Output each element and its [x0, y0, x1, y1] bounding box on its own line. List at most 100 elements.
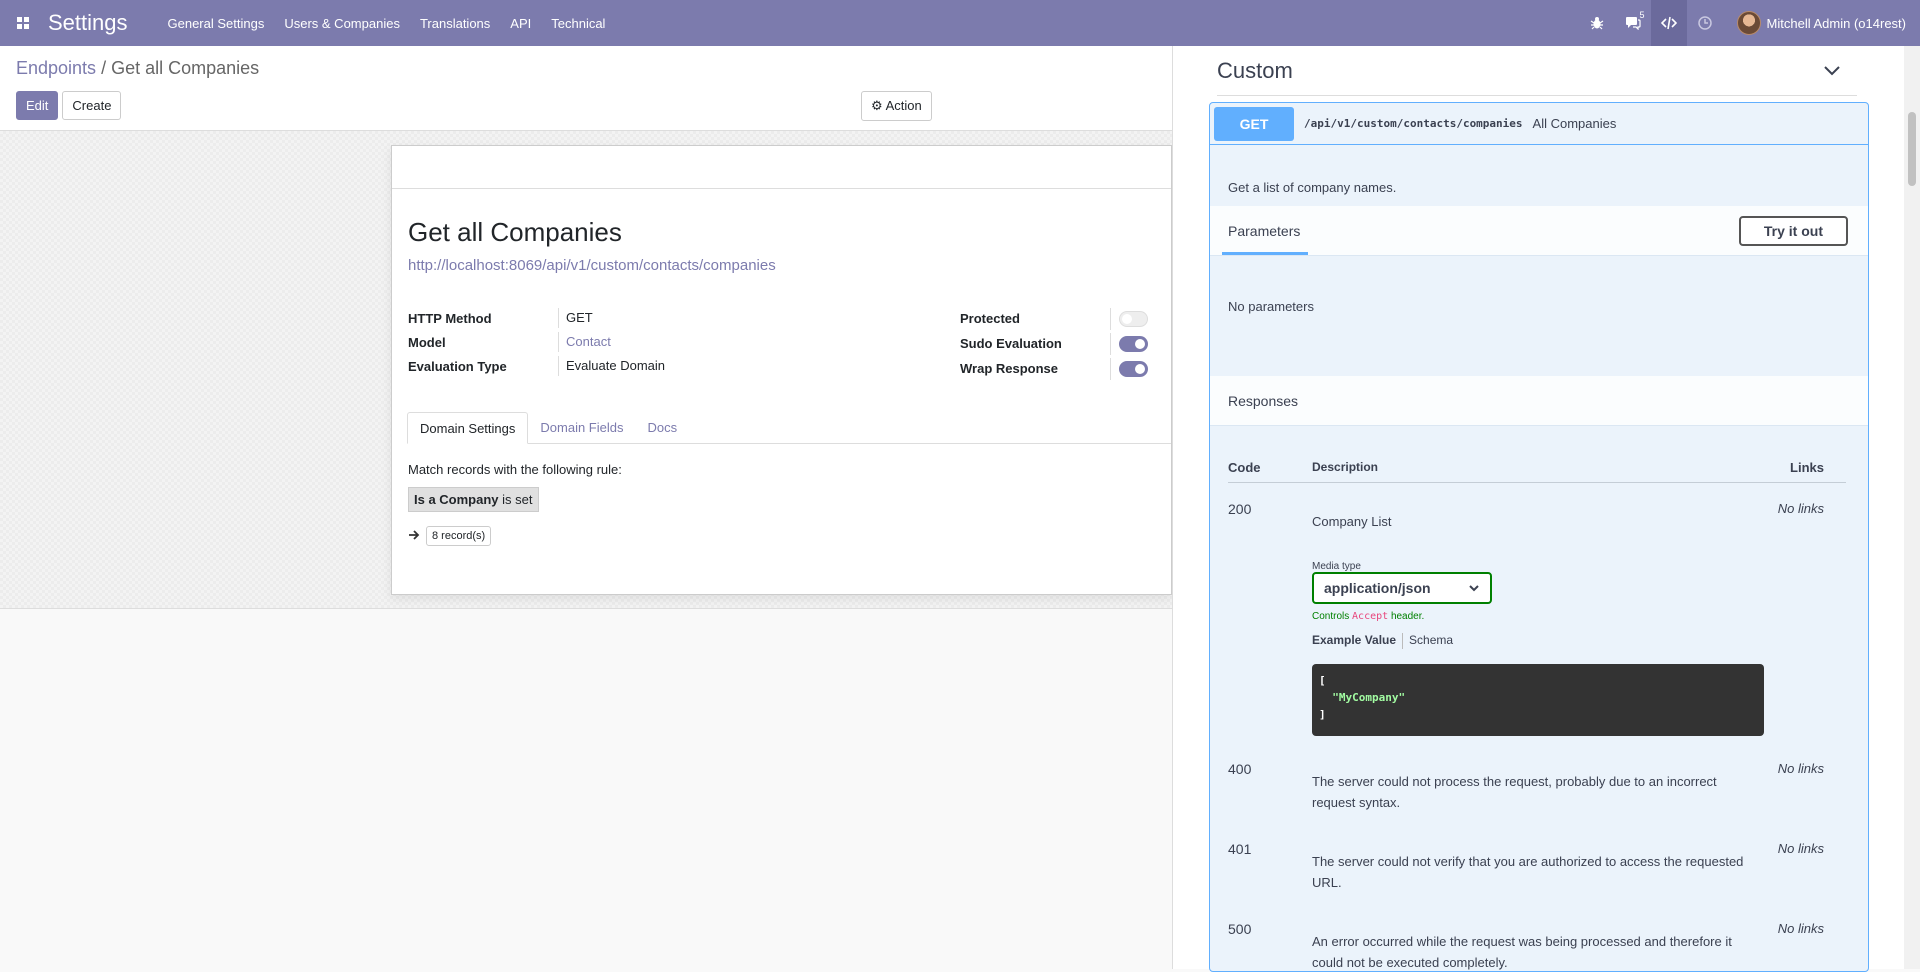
top-navbar: Settings General Settings Users & Compan…	[0, 0, 1920, 46]
controls-suffix: header.	[1390, 611, 1425, 622]
toggle-row-protected: Protected	[960, 306, 1160, 331]
example-string: "MyCompany"	[1332, 691, 1406, 704]
schema-tab[interactable]: Schema	[1409, 633, 1453, 649]
sheet-statusbar	[392, 146, 1171, 189]
evaluation-type-value: Evaluate Domain	[558, 356, 665, 376]
app-title[interactable]: Settings	[48, 10, 128, 36]
responses-table-header: Code Description Links	[1228, 457, 1846, 483]
gear-icon: ⚙	[871, 98, 883, 113]
response-description: The server could not process the request…	[1312, 774, 1717, 810]
header-code: Code	[1228, 460, 1261, 475]
operation-summary[interactable]: GET /api/v1/custom/contacts/companies Al…	[1210, 103, 1868, 145]
sudo-evaluation-toggle[interactable]	[1119, 335, 1148, 352]
operation-block: GET /api/v1/custom/contacts/companies Al…	[1209, 102, 1869, 972]
responses-header: Responses	[1210, 376, 1868, 426]
breadcrumb-endpoints-link[interactable]: Endpoints	[16, 58, 96, 78]
header-description: Description	[1312, 460, 1379, 474]
header-links: Links	[1790, 460, 1824, 475]
edit-button[interactable]: Edit	[16, 91, 59, 120]
tab-docs[interactable]: Docs	[635, 412, 689, 443]
action-button[interactable]: ⚙ Action	[861, 91, 932, 121]
chevron-down-icon[interactable]	[1823, 64, 1841, 82]
field-label: HTTP Method	[408, 310, 492, 326]
response-row-500: 500 An error occurred while the request …	[1228, 921, 1846, 971]
apps-menu-icon[interactable]	[0, 0, 46, 46]
record-count-button[interactable]: 8 record(s)	[426, 526, 492, 546]
response-code: 400	[1228, 761, 1252, 777]
domain-operator: is set	[502, 492, 533, 507]
operation-path: /api/v1/custom/contacts/companies	[1304, 117, 1523, 130]
responses-label: Responses	[1228, 393, 1299, 409]
controls-accept-text: Controls Accept header.	[1312, 611, 1424, 622]
toggle-row-wrap-response: Wrap Response	[960, 356, 1160, 381]
http-method-value: GET	[558, 308, 593, 328]
field-evaluation-type: Evaluation Type Evaluate Domain	[408, 354, 708, 378]
media-type-value: application/json	[1324, 580, 1431, 596]
form-tabs: Domain Settings Domain Fields Docs	[407, 412, 1171, 444]
swagger-tag-title: Custom	[1217, 58, 1293, 83]
response-row-401: 401 The server could not verify that you…	[1228, 841, 1846, 911]
example-close: ]	[1319, 708, 1326, 721]
swagger-tag-header[interactable]: Custom	[1217, 46, 1857, 96]
controls-prefix: Controls	[1312, 611, 1350, 622]
endpoint-toggles: Protected Sudo Evaluation Wrap Response	[960, 306, 1160, 381]
response-links: No links	[1777, 761, 1824, 776]
menu-translations[interactable]: Translations	[420, 16, 490, 31]
example-value-tab[interactable]: Example Value	[1312, 633, 1396, 649]
field-model: Model Contact	[408, 330, 708, 354]
avatar	[1736, 11, 1761, 35]
user-menu[interactable]: Mitchell Admin (o14rest)	[1736, 11, 1906, 35]
response-description: Company List	[1312, 514, 1392, 529]
menu-users-companies[interactable]: Users & Companies	[284, 16, 400, 31]
parameters-tab[interactable]: Parameters	[1228, 223, 1300, 239]
endpoint-title: Get all Companies	[408, 217, 622, 247]
menu-api[interactable]: API	[510, 16, 531, 31]
messages-icon[interactable]: 5	[1615, 0, 1651, 46]
response-row-200: 200 Company List No links Media type app…	[1228, 501, 1846, 751]
operation-description: Get a list of company names.	[1228, 180, 1397, 195]
toggle-label: Protected	[960, 311, 1020, 326]
tab-divider	[1402, 633, 1404, 649]
create-button[interactable]: Create	[62, 91, 122, 120]
protected-toggle[interactable]	[1119, 310, 1148, 327]
domain-rule-text: Match records with the following rule:	[408, 462, 622, 477]
response-row-400: 400 The server could not process the req…	[1228, 761, 1846, 831]
form-buttons: Edit Create	[16, 91, 122, 120]
tab-domain-fields[interactable]: Domain Fields	[528, 412, 635, 443]
clock-icon[interactable]	[1687, 0, 1723, 46]
endpoint-url[interactable]: http://localhost:8069/api/v1/custom/cont…	[408, 257, 776, 274]
response-links: No links	[1777, 501, 1824, 516]
example-tabs: Example Value Schema	[1312, 633, 1453, 649]
menu-general-settings[interactable]: General Settings	[168, 16, 265, 31]
form-sheet: Get all Companies http://localhost:8069/…	[391, 145, 1172, 595]
controls-accept: Accept	[1352, 611, 1389, 622]
wrap-response-toggle[interactable]	[1119, 360, 1148, 377]
parameters-tab-underline	[1222, 252, 1308, 255]
response-code: 401	[1228, 841, 1252, 857]
swagger-panel: Custom GET /api/v1/custom/contacts/compa…	[1172, 46, 1920, 972]
code-icon[interactable]	[1650, 0, 1687, 46]
method-badge: GET	[1214, 106, 1294, 141]
parameters-header: Parameters Try it out	[1210, 206, 1868, 256]
breadcrumb-separator: /	[101, 58, 107, 78]
action-label: Action	[885, 98, 922, 113]
record-count-row: 8 record(s)	[408, 526, 492, 546]
tab-domain-settings[interactable]: Domain Settings	[407, 412, 529, 444]
page-scrollbar[interactable]	[1904, 46, 1920, 969]
media-type-select[interactable]: application/json	[1312, 572, 1492, 604]
menu-technical[interactable]: Technical	[551, 16, 605, 31]
response-links: No links	[1777, 921, 1824, 936]
try-it-out-button[interactable]: Try it out	[1738, 216, 1848, 246]
scrollbar-thumb[interactable]	[1908, 112, 1916, 186]
debug-bug-icon[interactable]	[1579, 0, 1615, 46]
field-label: Evaluation Type	[408, 358, 507, 374]
breadcrumb-current: Get all Companies	[111, 58, 260, 78]
user-name: Mitchell Admin (o14rest)	[1766, 15, 1906, 31]
toggle-label: Wrap Response	[960, 361, 1059, 376]
response-code: 500	[1228, 921, 1252, 937]
messages-badge: 5	[1639, 10, 1645, 20]
example-open: [	[1319, 674, 1326, 687]
breadcrumb: Endpoints / Get all Companies	[16, 58, 259, 79]
endpoint-fields: HTTP Method GET Model Contact Evaluation…	[408, 306, 708, 378]
model-link[interactable]: Contact	[558, 332, 611, 352]
